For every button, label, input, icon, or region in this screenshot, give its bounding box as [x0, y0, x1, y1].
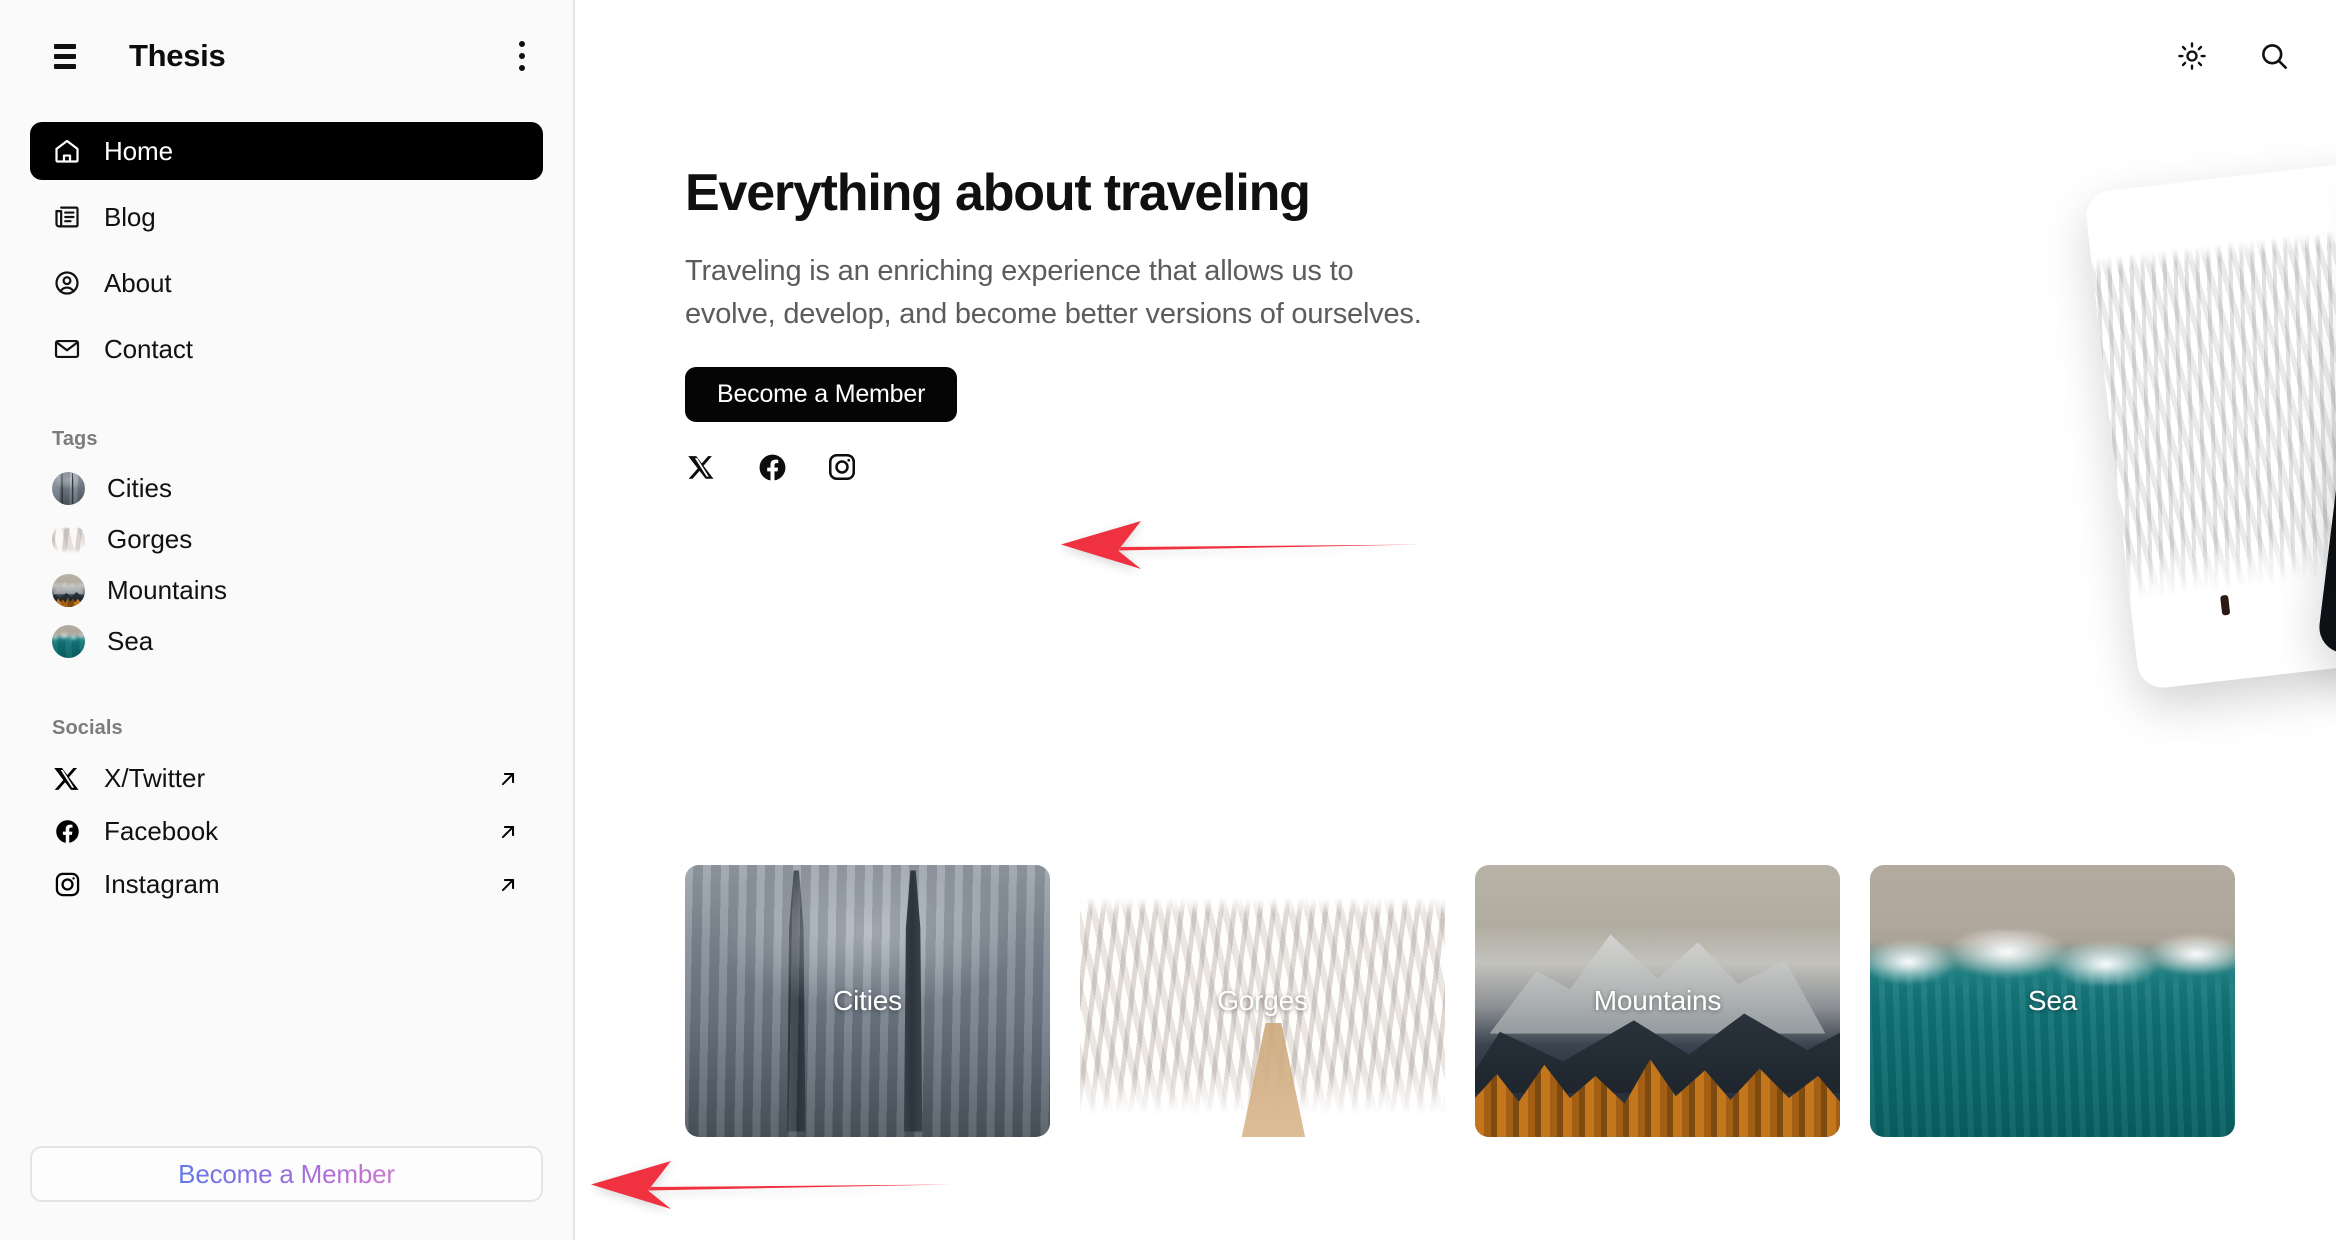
sidebar-become-member-button[interactable]: Become a Member: [30, 1146, 543, 1202]
category-card-label: Mountains: [1593, 985, 1722, 1016]
sidebar-item-label: Contact: [104, 333, 193, 364]
user-circle-icon: [52, 268, 82, 298]
cities-thumb-icon: [52, 472, 85, 505]
instagram-icon: [52, 870, 82, 900]
category-card-label: Sea: [2027, 985, 2078, 1016]
brand-title: Thesis: [129, 38, 226, 73]
tags-heading: Tags: [52, 428, 98, 450]
sidebar-footer: Become a Member: [0, 1122, 573, 1240]
newspaper-icon: [52, 202, 82, 232]
envelope-icon: [52, 334, 82, 364]
sidebar: Thesis Home Blog About Contact Tags Citi…: [0, 0, 575, 1240]
sidebar-header: Thesis: [0, 0, 573, 112]
search-icon[interactable]: [2254, 36, 2294, 76]
category-card-label: Gorges: [1217, 985, 1308, 1016]
hero-become-member-button[interactable]: Become a Member: [685, 367, 958, 422]
app-root: Thesis Home Blog About Contact Tags Citi…: [0, 0, 2336, 1240]
sidebar-social-instagram[interactable]: Instagram: [30, 858, 543, 911]
top-bar: [2172, 0, 2336, 112]
social-label: Facebook: [104, 816, 219, 846]
category-card-row: Cities Gorges Mountains Sea: [685, 865, 2235, 1137]
arrow-up-right-icon: [495, 766, 521, 792]
sun-icon[interactable]: [2172, 36, 2212, 76]
sidebar-item-about[interactable]: About: [30, 254, 543, 312]
category-card-cities[interactable]: Cities: [685, 865, 1050, 1137]
sidebar-item-label: Blog: [104, 201, 156, 232]
tag-label: Sea: [107, 626, 154, 656]
sidebar-tag-cities[interactable]: Cities: [30, 463, 543, 514]
social-label: X/Twitter: [104, 763, 206, 793]
category-card-mountains[interactable]: Mountains: [1475, 865, 1840, 1137]
sidebar-item-label: About: [104, 267, 172, 298]
main-content: Everything about traveling Traveling is …: [575, 0, 2336, 1240]
sidebar-social-x-twitter[interactable]: X/Twitter: [30, 752, 543, 805]
arrow-up-right-icon: [495, 872, 521, 898]
page-title: Everything about traveling: [685, 164, 1311, 222]
sidebar-tag-sea[interactable]: Sea: [30, 616, 543, 667]
arrow-up-right-icon: [495, 819, 521, 845]
home-icon: [52, 136, 82, 166]
hamburger-icon[interactable]: [48, 39, 82, 73]
hero-section: Everything about traveling Traveling is …: [685, 164, 1445, 484]
socials-list: X/Twitter Facebook Instagram: [30, 752, 543, 911]
sidebar-social-facebook[interactable]: Facebook: [30, 805, 543, 858]
category-card-gorges[interactable]: Gorges: [1080, 865, 1445, 1137]
hero-photo-stack: [2095, 133, 2336, 770]
sidebar-tag-gorges[interactable]: Gorges: [30, 514, 543, 565]
tag-label: Mountains: [107, 575, 227, 605]
x-twitter-icon: [52, 764, 82, 794]
socials-heading: Socials: [52, 717, 123, 739]
primary-nav: Home Blog About Contact: [30, 122, 543, 378]
canyon-photo: [2084, 160, 2336, 691]
sidebar-become-member-label: Become a Member: [178, 1158, 395, 1189]
sidebar-item-label: Home: [104, 135, 173, 166]
tag-label: Cities: [107, 473, 173, 503]
hero-description: Traveling is an enriching experience tha…: [685, 255, 1422, 331]
mountains-thumb-icon: [52, 574, 85, 607]
category-card-label: Cities: [833, 985, 902, 1016]
hero-social-instagram[interactable]: [825, 450, 859, 484]
kebab-menu-icon[interactable]: [505, 39, 539, 73]
tag-label: Gorges: [107, 524, 193, 554]
tags-list: Cities Gorges Mountains Sea: [30, 463, 543, 667]
sidebar-tag-mountains[interactable]: Mountains: [30, 565, 543, 616]
gorges-thumb-icon: [52, 523, 85, 556]
sidebar-body: Home Blog About Contact Tags Cities Gorg…: [0, 112, 573, 1122]
facebook-icon: [52, 817, 82, 847]
sea-thumb-icon: [52, 625, 85, 658]
sidebar-item-blog[interactable]: Blog: [30, 188, 543, 246]
hero-social-links: [685, 450, 1445, 484]
sidebar-item-contact[interactable]: Contact: [30, 320, 543, 378]
hero-social-facebook[interactable]: [755, 450, 789, 484]
sidebar-item-home[interactable]: Home: [30, 122, 543, 180]
social-label: Instagram: [104, 869, 220, 899]
category-card-sea[interactable]: Sea: [1870, 865, 2235, 1137]
hero-social-x-twitter[interactable]: [685, 450, 719, 484]
